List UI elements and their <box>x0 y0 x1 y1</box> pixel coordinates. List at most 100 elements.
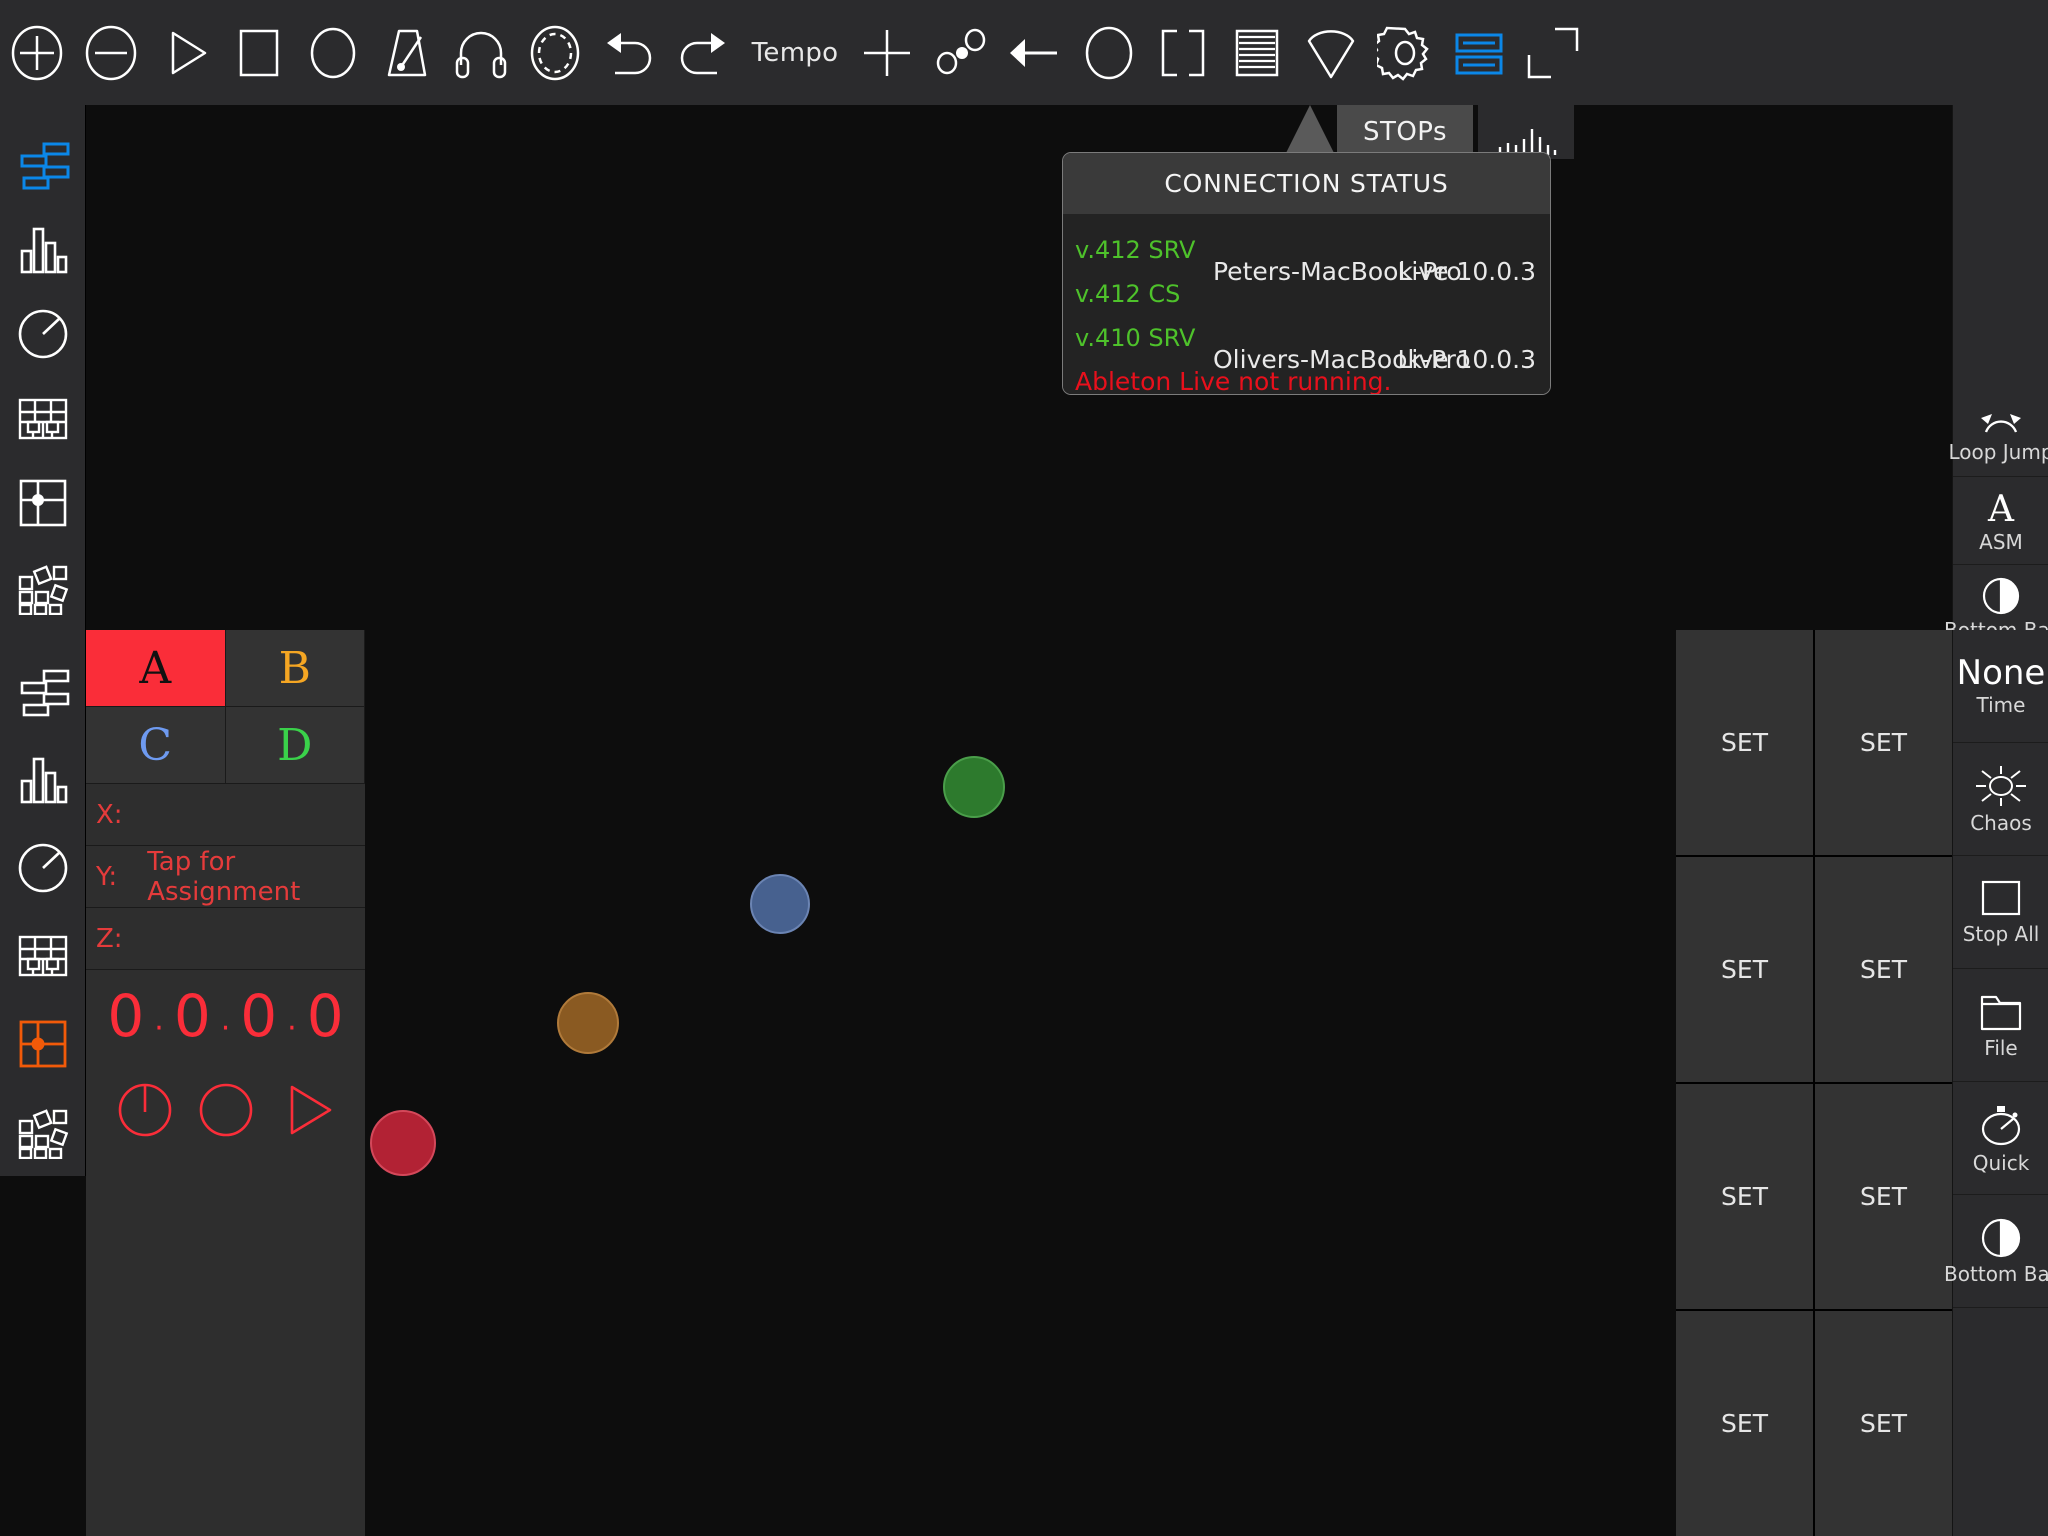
cone-icon[interactable] <box>1294 0 1368 105</box>
stop-all-button[interactable]: Stop All <box>1953 856 2048 969</box>
sidebar-clips-icon[interactable] <box>0 123 86 208</box>
sidebar-clips-icon-2[interactable] <box>0 648 86 736</box>
loop-jump-button[interactable]: Loop Jump <box>1948 389 2048 477</box>
remove-icon[interactable] <box>74 0 148 105</box>
abcd-pad-grid: A B C D <box>86 630 365 784</box>
chaos-button[interactable]: Chaos <box>1953 743 2048 856</box>
ball-green[interactable] <box>943 756 1005 818</box>
counter-digit-3: 0 <box>306 982 344 1050</box>
connection-version-2: v.410 SRV <box>1075 324 1196 352</box>
counter-sep-1: · <box>220 1010 231 1046</box>
set-button-7[interactable]: SET <box>1815 1311 1952 1536</box>
sidebar-knob-icon[interactable] <box>0 292 86 377</box>
stops-tab[interactable]: STOPs <box>1337 105 1473 159</box>
list-lines-icon[interactable] <box>1220 0 1294 105</box>
time-value: None <box>1956 652 2046 693</box>
bottom-bar-button-2[interactable]: Bottom Bar <box>1944 1195 2048 1308</box>
sidebar-scatter-icon[interactable] <box>0 546 86 631</box>
redo-icon[interactable] <box>666 0 740 105</box>
set-button-0[interactable]: SET <box>1676 630 1813 855</box>
add-icon[interactable] <box>0 0 74 105</box>
quick-button[interactable]: Quick <box>1953 1082 2048 1195</box>
assignment-y-key: Y: <box>96 861 118 892</box>
sidebar-keys-icon-2[interactable] <box>0 912 86 1000</box>
file-button[interactable]: File <box>1953 969 2048 1082</box>
left-sidebar-upper <box>0 105 86 630</box>
play-icon[interactable] <box>148 0 222 105</box>
left-sidebar-lower <box>0 630 86 1176</box>
sidebar-keys-icon[interactable] <box>0 377 86 462</box>
connection-app-0: Live 10.0.3 <box>1397 257 1536 286</box>
pad-column: A B C D X: Y: Tap for Assignment Z: 0 · … <box>86 630 365 1536</box>
sidebar-mixer-icon[interactable] <box>0 208 86 293</box>
nodes-icon[interactable] <box>924 0 998 105</box>
headphones-icon[interactable] <box>444 0 518 105</box>
pad-b-label: B <box>278 642 311 694</box>
xy-pad-surface[interactable] <box>365 630 1200 1536</box>
assignment-row-y[interactable]: Y: Tap for Assignment <box>86 846 365 908</box>
connection-app-2: Live 10.0.3 <box>1397 345 1536 374</box>
assignment-row-z[interactable]: Z: <box>86 908 365 970</box>
bottom-bar-label-2: Bottom Bar <box>1944 1261 2048 1286</box>
crosshair-icon[interactable] <box>850 0 924 105</box>
right-sidebar-upper: Loop Jump A ASM Bottom Bar <box>1944 105 2048 653</box>
settings-icon[interactable] <box>1368 0 1442 105</box>
play-button[interactable] <box>279 1082 335 1142</box>
pad-b[interactable]: B <box>225 630 365 707</box>
waveform-tab[interactable] <box>1478 105 1574 159</box>
loop-jump-label: Loop Jump <box>1948 439 2048 464</box>
back-arrow-icon[interactable] <box>998 0 1072 105</box>
sidebar-knob-icon-2[interactable] <box>0 824 86 912</box>
record-button[interactable] <box>198 1082 254 1142</box>
time-button[interactable]: None Time <box>1953 630 2048 743</box>
position-counter[interactable]: 0 · 0 · 0 · 0 <box>86 970 365 1062</box>
metronome-icon[interactable] <box>370 0 444 105</box>
stop-all-label: Stop All <box>1962 921 2040 946</box>
assignment-z-key: Z: <box>96 923 123 954</box>
stops-tab-arrow <box>1283 105 1337 159</box>
set-button-2[interactable]: SET <box>1676 857 1813 1082</box>
stop-icon[interactable] <box>222 0 296 105</box>
set-button-4[interactable]: SET <box>1676 1084 1813 1309</box>
set-button-5[interactable]: SET <box>1815 1084 1952 1309</box>
asm-button[interactable]: A ASM <box>1953 477 2048 565</box>
loop-record-icon[interactable] <box>518 0 592 105</box>
connection-status-panel: CONNECTION STATUS v.412 SRV v.412 CS v.4… <box>1062 152 1551 395</box>
sidebar-scatter-icon-2[interactable] <box>0 1088 86 1176</box>
pad-d[interactable]: D <box>225 707 365 784</box>
upper-canvas[interactable] <box>86 105 1952 630</box>
crop-brackets-icon[interactable] <box>1146 0 1220 105</box>
asm-label: ASM <box>1979 529 2023 554</box>
undo-icon[interactable] <box>592 0 666 105</box>
assignment-row-x[interactable]: X: <box>86 784 365 846</box>
connection-version-1: v.412 CS <box>1075 280 1181 308</box>
counter-sep-2: · <box>287 1010 297 1046</box>
circle-outline-icon[interactable] <box>1072 0 1146 105</box>
connection-version-0: v.412 SRV <box>1075 236 1196 264</box>
right-sidebar-lower: None Time Chaos Stop All File Quick Bott… <box>1944 630 2048 1536</box>
set-button-3[interactable]: SET <box>1815 857 1952 1082</box>
pad-c[interactable]: C <box>86 707 226 784</box>
tempo-label[interactable]: Tempo <box>740 0 850 105</box>
chaos-label: Chaos <box>1970 810 2032 835</box>
set-button-1[interactable]: SET <box>1815 630 1952 855</box>
session-view-icon[interactable] <box>1442 0 1516 105</box>
ball-brown[interactable] <box>557 992 619 1054</box>
record-icon[interactable] <box>296 0 370 105</box>
upper-region: Loop Jump A ASM Bottom Bar <box>0 105 2048 653</box>
sidebar-mixer-icon-2[interactable] <box>0 736 86 824</box>
pad-a[interactable]: A <box>86 630 226 707</box>
pad-a-label: A <box>139 642 172 694</box>
fullscreen-icon[interactable] <box>1516 0 1590 105</box>
sidebar-xypad-icon-2[interactable] <box>0 1000 86 1088</box>
ball-blue[interactable] <box>750 874 810 934</box>
top-toolbar: Tempo <box>0 0 2048 105</box>
ball-red[interactable] <box>370 1110 436 1176</box>
set-button-6[interactable]: SET <box>1676 1311 1813 1536</box>
pad-c-label: C <box>138 719 173 771</box>
transport-controls <box>86 1062 365 1162</box>
sidebar-xypad-icon[interactable] <box>0 461 86 546</box>
metronome-toggle-icon[interactable] <box>117 1082 173 1142</box>
counter-digit-2: 0 <box>240 982 278 1050</box>
quick-label: Quick <box>1972 1150 2030 1175</box>
